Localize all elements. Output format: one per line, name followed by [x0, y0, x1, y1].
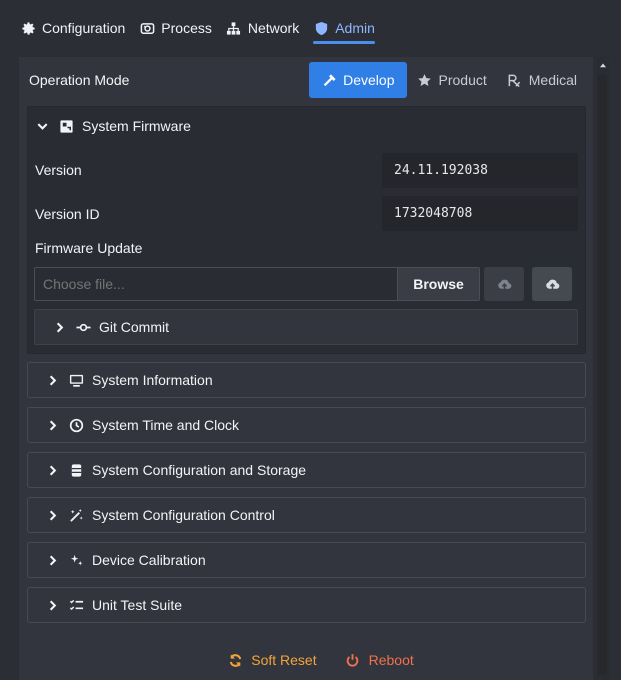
tab-process[interactable]: Process: [139, 8, 212, 48]
firmware-icon: [58, 118, 74, 134]
chevron-right-icon: [44, 552, 60, 568]
network-icon: [226, 20, 242, 36]
gear-icon: [20, 20, 36, 36]
file-input[interactable]: [35, 268, 397, 300]
chevron-right-icon: [44, 372, 60, 388]
upload-firmware-button[interactable]: [484, 267, 524, 301]
database-icon: [68, 462, 84, 478]
scrollbar[interactable]: [596, 57, 609, 680]
magic-wand-icon: [68, 507, 84, 523]
unit-test-suite-accordion[interactable]: Unit Test Suite: [27, 587, 586, 623]
browse-button[interactable]: Browse: [397, 268, 479, 300]
cloud-sync-button[interactable]: [532, 267, 572, 301]
mode-medical-button[interactable]: Medical: [497, 62, 587, 98]
system-information-accordion[interactable]: System Information: [27, 362, 586, 398]
version-field: 24.11.192038: [382, 153, 578, 188]
hammer-icon: [321, 72, 337, 88]
mode-develop-button[interactable]: Develop: [309, 62, 407, 98]
shield-icon: [313, 20, 329, 36]
mode-product-button[interactable]: Product: [407, 62, 497, 98]
reboot-label: Reboot: [368, 652, 414, 668]
version-id-field: 1732048708: [382, 196, 578, 231]
bottom-actions: Soft Reset Reboot: [0, 648, 621, 672]
tab-label: Network: [247, 20, 300, 36]
chevron-down-icon: [34, 118, 50, 134]
prescription-icon: [507, 72, 523, 88]
tab-network[interactable]: Network: [226, 8, 299, 48]
soft-reset-button[interactable]: Soft Reset: [227, 648, 317, 672]
git-commit-icon: [75, 319, 91, 335]
version-id-label: Version ID: [35, 206, 100, 222]
section-label: System Configuration Control: [92, 507, 275, 523]
cloud-upload-icon: [496, 276, 512, 292]
section-label: System Time and Clock: [92, 417, 240, 433]
scroll-up-arrow-icon[interactable]: [596, 59, 609, 71]
section-label: System Configuration and Storage: [92, 462, 307, 478]
section-label: Device Calibration: [92, 552, 206, 568]
section-label: Unit Test Suite: [92, 597, 183, 613]
tab-admin[interactable]: Admin: [313, 8, 375, 48]
operation-mode-selector: Develop Product Medical: [309, 62, 587, 98]
firmware-file-picker: Browse: [34, 267, 480, 301]
system-time-accordion[interactable]: System Time and Clock: [27, 407, 586, 443]
system-config-control-accordion[interactable]: System Configuration Control: [27, 497, 586, 533]
soft-reset-label: Soft Reset: [251, 652, 317, 668]
section-title: System Firmware: [82, 118, 191, 134]
refresh-icon: [227, 652, 243, 668]
process-icon: [139, 20, 155, 36]
power-icon: [345, 652, 361, 668]
cloud-upload-icon: [544, 276, 560, 292]
chevron-right-icon: [51, 319, 67, 335]
operation-mode-label: Operation Mode: [29, 72, 130, 88]
device-calibration-accordion[interactable]: Device Calibration: [27, 542, 586, 578]
clock-icon: [68, 417, 84, 433]
checklist-icon: [68, 597, 84, 613]
firmware-update-label: Firmware Update: [35, 240, 143, 256]
git-commit-accordion[interactable]: Git Commit: [34, 309, 578, 345]
scrollbar-thumb[interactable]: [598, 75, 607, 675]
version-label: Version: [35, 162, 82, 178]
tab-label: Admin: [335, 20, 375, 36]
sparkles-icon: [68, 552, 84, 568]
tab-label: Configuration: [42, 20, 126, 36]
chevron-right-icon: [44, 597, 60, 613]
tab-configuration[interactable]: Configuration: [20, 8, 125, 48]
tab-label: Process: [161, 20, 212, 36]
mode-label: Develop: [343, 72, 395, 88]
chevron-right-icon: [44, 417, 60, 433]
monitor-icon: [68, 372, 84, 388]
mode-label: Medical: [528, 72, 577, 88]
operation-mode-row: Operation Mode Develop Product Medical: [27, 62, 587, 98]
mode-label: Product: [438, 72, 487, 88]
chevron-right-icon: [44, 507, 60, 523]
git-commit-label: Git Commit: [99, 319, 169, 335]
reboot-button[interactable]: Reboot: [345, 648, 414, 672]
system-firmware-header[interactable]: System Firmware: [34, 112, 191, 140]
chevron-right-icon: [44, 462, 60, 478]
section-label: System Information: [92, 372, 213, 388]
top-tab-bar: Configuration Process Network Admin: [20, 8, 610, 48]
system-config-storage-accordion[interactable]: System Configuration and Storage: [27, 452, 586, 488]
star-icon: [417, 72, 433, 88]
